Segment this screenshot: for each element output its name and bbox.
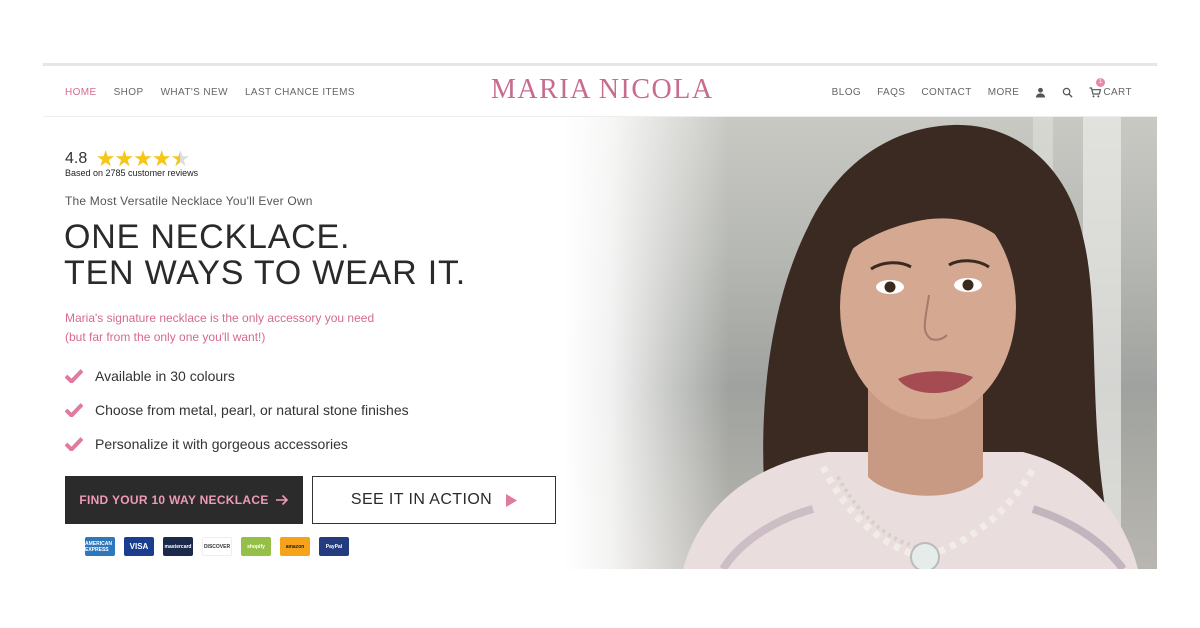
check-icon xyxy=(65,437,83,451)
amazon-pay-icon: amazon xyxy=(280,537,310,556)
nav-shop[interactable]: SHOP xyxy=(114,87,144,98)
amex-icon: AMERICAN EXPRESS xyxy=(85,537,115,556)
portrait-illustration xyxy=(683,124,1138,569)
feature-item: Personalize it with gorgeous accessories xyxy=(65,427,409,461)
nav-contact[interactable]: CONTACT xyxy=(921,87,971,98)
see-it-in-action-label: SEE IT IN ACTION xyxy=(350,491,493,508)
check-icon xyxy=(65,403,83,417)
discover-icon: DISCOVER xyxy=(202,537,232,556)
nav-more[interactable]: MORE xyxy=(988,87,1020,98)
feature-item: Choose from metal, pearl, or natural sto… xyxy=(65,393,409,427)
subtext-line-1: Maria's signature necklace is the only a… xyxy=(65,311,375,325)
page-frame: HOME SHOP WHAT'S NEW LAST CHANCE ITEMS M… xyxy=(43,63,1157,569)
find-necklace-button[interactable]: FIND YOUR 10 WAY NECKLACE xyxy=(65,476,303,524)
hero-headline: ONE NECKLACE. TEN WAYS TO WEAR IT. xyxy=(64,219,466,291)
nav-left: HOME SHOP WHAT'S NEW LAST CHANCE ITEMS xyxy=(65,87,355,98)
nav-home[interactable]: HOME xyxy=(65,87,97,98)
nav-faqs[interactable]: FAQS xyxy=(877,87,905,98)
cart-link[interactable]: 1 CART xyxy=(1089,78,1132,98)
paypal-icon: PayPal xyxy=(319,537,349,556)
feature-list: Available in 30 colours Choose from meta… xyxy=(65,359,409,461)
visa-icon: VISA xyxy=(124,537,154,556)
headline-line-2: TEN WAYS TO WEAR IT. xyxy=(64,254,467,292)
feature-item: Available in 30 colours xyxy=(65,359,409,393)
headline-line-1: ONE NECKLACE. xyxy=(64,218,351,256)
nav-blog[interactable]: BLOG xyxy=(832,87,861,98)
account-icon[interactable] xyxy=(1035,87,1046,98)
nav-whats-new[interactable]: WHAT'S NEW xyxy=(161,87,228,98)
nav-right: BLOG FAQS CONTACT MORE 1 CART xyxy=(832,78,1132,98)
subtext-line-2: (but far from the only one you'll want!) xyxy=(65,330,266,344)
hero-subtext: Maria's signature necklace is the only a… xyxy=(65,309,374,347)
see-it-in-action-button[interactable]: SEE IT IN ACTION xyxy=(312,476,556,524)
arrow-right-icon xyxy=(275,494,288,506)
payment-methods: AMERICAN EXPRESS VISA mastercard DISCOVE… xyxy=(85,537,349,556)
shopify-icon: shopify xyxy=(241,537,271,556)
brand-logo[interactable]: MARIA NICOLA xyxy=(491,74,714,106)
hero-photo xyxy=(563,117,1157,569)
play-icon xyxy=(506,493,518,507)
find-necklace-label: FIND YOUR 10 WAY NECKLACE xyxy=(79,493,269,507)
cart-label: CART xyxy=(1103,87,1132,98)
feature-text: Choose from metal, pearl, or natural sto… xyxy=(95,402,409,418)
rating-score: 4.8 xyxy=(65,150,88,167)
review-count[interactable]: Based on 2785 customer reviews xyxy=(65,168,198,178)
top-navigation: HOME SHOP WHAT'S NEW LAST CHANCE ITEMS M… xyxy=(43,66,1157,117)
feature-text: Personalize it with gorgeous accessories xyxy=(95,436,348,452)
mastercard-icon: mastercard xyxy=(163,537,193,556)
search-icon[interactable] xyxy=(1062,87,1073,98)
cart-count-badge: 1 xyxy=(1096,78,1106,87)
feature-text: Available in 30 colours xyxy=(95,368,235,384)
cart-icon xyxy=(1089,87,1102,98)
hero-tagline: The Most Versatile Necklace You'll Ever … xyxy=(65,194,313,208)
check-icon xyxy=(65,369,83,383)
nav-last-chance-items[interactable]: LAST CHANCE ITEMS xyxy=(245,87,355,98)
